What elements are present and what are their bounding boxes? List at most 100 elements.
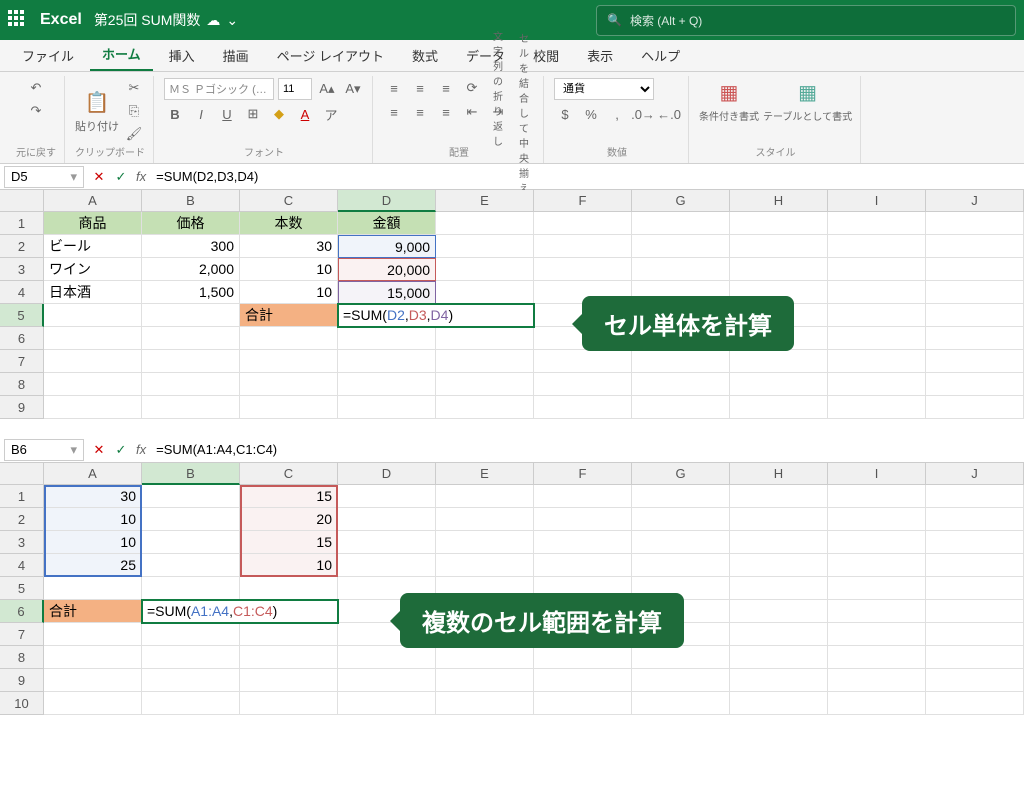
cell[interactable] (632, 350, 730, 373)
fx-icon[interactable]: fx (132, 169, 150, 184)
tab-data[interactable]: データ (454, 40, 517, 71)
cell[interactable] (730, 235, 828, 258)
font-size-select[interactable] (278, 78, 312, 100)
increase-indent-button[interactable]: ⇥ (487, 102, 509, 122)
cell[interactable]: ワイン (44, 258, 142, 281)
cell[interactable] (828, 692, 926, 715)
cell[interactable] (632, 669, 730, 692)
row-header[interactable]: 8 (0, 373, 44, 396)
cell[interactable] (142, 373, 240, 396)
cell[interactable] (828, 485, 926, 508)
cell[interactable] (436, 554, 534, 577)
cell[interactable] (828, 373, 926, 396)
cell[interactable] (534, 531, 632, 554)
cell[interactable] (730, 531, 828, 554)
cut-button[interactable]: ✂ (123, 78, 145, 98)
name-box[interactable]: D5▾ (4, 166, 84, 188)
row-header[interactable]: 6 (0, 327, 44, 350)
tab-view[interactable]: 表示 (575, 40, 625, 71)
cell[interactable]: ビール (44, 235, 142, 258)
col-header[interactable]: E (436, 463, 534, 485)
cell[interactable] (828, 508, 926, 531)
cell[interactable] (44, 327, 142, 350)
align-bottom-button[interactable]: ≡ (435, 78, 457, 98)
cell[interactable] (926, 396, 1024, 419)
font-color-button[interactable]: A (294, 104, 316, 124)
cell[interactable] (730, 258, 828, 281)
cell[interactable] (926, 531, 1024, 554)
cell[interactable]: 合計 (44, 600, 142, 623)
cell[interactable] (926, 281, 1024, 304)
cell[interactable] (730, 692, 828, 715)
cell[interactable]: 15,000 (338, 281, 436, 304)
cell[interactable] (142, 669, 240, 692)
border-button[interactable]: ⊞ (242, 104, 264, 124)
cell[interactable] (534, 396, 632, 419)
cell[interactable] (828, 327, 926, 350)
row-header[interactable]: 2 (0, 508, 44, 531)
cell[interactable] (632, 373, 730, 396)
search-box[interactable]: 🔍 検索 (Alt + Q) (596, 5, 1016, 36)
cell[interactable] (338, 508, 436, 531)
cell[interactable] (828, 350, 926, 373)
format-painter-button[interactable]: 🖌 (123, 124, 145, 144)
select-all-corner[interactable] (0, 190, 44, 212)
increase-font-button[interactable]: A▴ (316, 79, 338, 99)
cell[interactable] (142, 531, 240, 554)
cell[interactable] (828, 623, 926, 646)
cell[interactable] (632, 554, 730, 577)
row-header[interactable]: 10 (0, 692, 44, 715)
cell[interactable] (926, 350, 1024, 373)
cell[interactable] (436, 327, 534, 350)
cell[interactable]: 20 (240, 508, 338, 531)
cell[interactable] (632, 235, 730, 258)
tab-file[interactable]: ファイル (10, 40, 86, 71)
cell[interactable] (926, 554, 1024, 577)
cell[interactable]: 2,000 (142, 258, 240, 281)
cell[interactable] (926, 669, 1024, 692)
cell[interactable] (730, 623, 828, 646)
cell[interactable] (338, 373, 436, 396)
cell[interactable] (534, 554, 632, 577)
cell[interactable] (730, 577, 828, 600)
cell[interactable] (436, 669, 534, 692)
app-launcher-icon[interactable] (8, 10, 28, 30)
font-name-select[interactable] (164, 78, 274, 100)
cell[interactable]: 9,000 (338, 235, 436, 258)
align-center-button[interactable]: ≡ (409, 102, 431, 122)
cell[interactable] (730, 554, 828, 577)
cell[interactable]: 合計 (240, 304, 338, 327)
cell[interactable] (142, 692, 240, 715)
cell[interactable]: 300 (142, 235, 240, 258)
col-header[interactable]: F (534, 190, 632, 212)
cell[interactable] (632, 396, 730, 419)
cell[interactable] (436, 646, 534, 669)
cell[interactable] (338, 554, 436, 577)
cell[interactable] (44, 646, 142, 669)
formula-input[interactable]: =SUM(D2,D3,D4) (150, 167, 1024, 186)
cell[interactable] (828, 646, 926, 669)
cell[interactable] (828, 304, 926, 327)
cell[interactable]: 商品 (44, 212, 142, 235)
cell[interactable] (338, 485, 436, 508)
cell[interactable] (534, 692, 632, 715)
cell[interactable] (240, 623, 338, 646)
underline-button[interactable]: U (216, 104, 238, 124)
number-format-select[interactable]: 通貨 (554, 78, 654, 100)
cell[interactable] (828, 600, 926, 623)
cell[interactable] (44, 669, 142, 692)
cell[interactable] (828, 258, 926, 281)
cell[interactable] (730, 212, 828, 235)
cell[interactable] (730, 350, 828, 373)
cell[interactable] (142, 577, 240, 600)
cell[interactable] (142, 327, 240, 350)
cell[interactable] (436, 396, 534, 419)
cell[interactable] (828, 669, 926, 692)
format-as-table-button[interactable]: ▦ テーブルとして書式 (763, 78, 852, 123)
cell[interactable]: 15 (240, 485, 338, 508)
cell[interactable] (828, 281, 926, 304)
cell[interactable]: 15 (240, 531, 338, 554)
cell[interactable] (436, 350, 534, 373)
cell[interactable] (240, 350, 338, 373)
tab-help[interactable]: ヘルプ (629, 40, 692, 71)
